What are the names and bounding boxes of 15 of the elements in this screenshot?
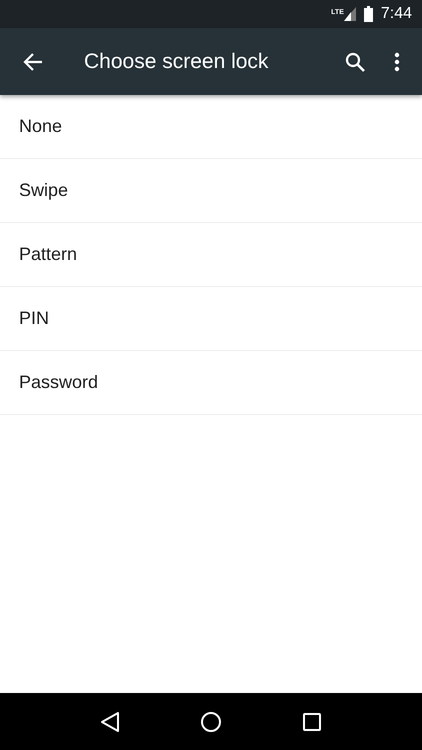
lock-option[interactable]: Password bbox=[0, 351, 422, 415]
back-arrow-icon bbox=[23, 52, 43, 70]
battery-icon bbox=[364, 6, 373, 22]
search-icon bbox=[345, 52, 365, 72]
lock-option[interactable]: Swipe bbox=[0, 159, 422, 223]
lock-option[interactable]: PIN bbox=[0, 287, 422, 351]
recent-apps-icon[interactable] bbox=[302, 712, 322, 732]
signal-icon bbox=[344, 7, 356, 21]
home-nav-icon[interactable] bbox=[200, 710, 222, 732]
lock-option[interactable]: Pattern bbox=[0, 223, 422, 287]
lock-option[interactable]: None bbox=[0, 95, 422, 159]
back-nav-icon[interactable] bbox=[100, 710, 120, 732]
more-options-icon bbox=[394, 52, 400, 72]
clock: 7:44 bbox=[380, 4, 412, 24]
screen-title: Choose screen lock bbox=[84, 48, 270, 75]
